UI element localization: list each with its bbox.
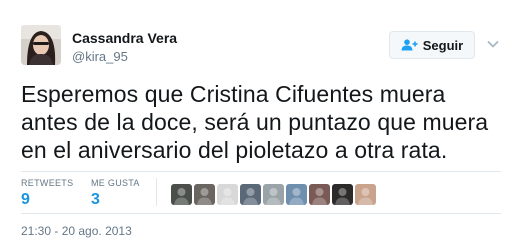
user-avatar-icon: [217, 184, 238, 205]
author-name[interactable]: Cassandra Vera: [72, 30, 177, 46]
tweet-card: Cassandra Vera @kira_95 Seguir Esperemos…: [0, 0, 516, 247]
follow-label: Seguir: [422, 37, 464, 53]
chevron-down-icon: [487, 41, 499, 48]
user-avatar-icon: [355, 184, 376, 205]
user-avatar-icon: [309, 184, 330, 205]
liker-avatar[interactable]: [355, 184, 376, 205]
user-avatar-icon: [194, 184, 215, 205]
user-avatar-icon: [263, 184, 284, 205]
user-avatar-icon: [286, 184, 307, 205]
liker-avatar[interactable]: [217, 184, 238, 205]
liker-avatars: [171, 184, 376, 205]
liker-avatar[interactable]: [240, 184, 261, 205]
tweet-text: Esperemos que Cristina Cifuentes muera a…: [21, 80, 501, 164]
liker-avatar[interactable]: [263, 184, 284, 205]
follow-button[interactable]: Seguir: [389, 31, 475, 59]
user-avatar-icon: [332, 184, 353, 205]
add-user-icon: [401, 39, 418, 51]
liker-avatar[interactable]: [194, 184, 215, 205]
divider: [156, 178, 157, 206]
liker-avatar[interactable]: [171, 184, 192, 205]
author-avatar[interactable]: [21, 25, 61, 65]
retweets-stat[interactable]: RETWEETS 9: [21, 178, 73, 209]
liker-avatar[interactable]: [309, 184, 330, 205]
tweet-menu-button[interactable]: [486, 37, 500, 51]
likes-stat[interactable]: ME GUSTA 3: [91, 178, 140, 209]
liker-avatar[interactable]: [332, 184, 353, 205]
divider: [21, 213, 501, 214]
tweet-timestamp[interactable]: 21:30 - 20 ago. 2013: [21, 224, 132, 238]
tweet-text-line: en el aniversario del pioletazo a otra r…: [21, 137, 448, 163]
likes-label: ME GUSTA: [91, 178, 140, 188]
profile-photo-icon: [21, 25, 61, 65]
retweets-label: RETWEETS: [21, 178, 74, 188]
liker-avatar[interactable]: [286, 184, 307, 205]
retweets-count: 9: [21, 191, 30, 208]
divider: [21, 171, 501, 172]
user-avatar-icon: [171, 184, 192, 205]
author-handle[interactable]: @kira_95: [72, 49, 128, 64]
tweet-text-line: antes de la doce, será un puntazo que mu…: [21, 109, 489, 135]
user-avatar-icon: [240, 184, 261, 205]
tweet-text-line: Esperemos que Cristina Cifuentes muera: [21, 81, 446, 107]
likes-count: 3: [91, 191, 100, 208]
